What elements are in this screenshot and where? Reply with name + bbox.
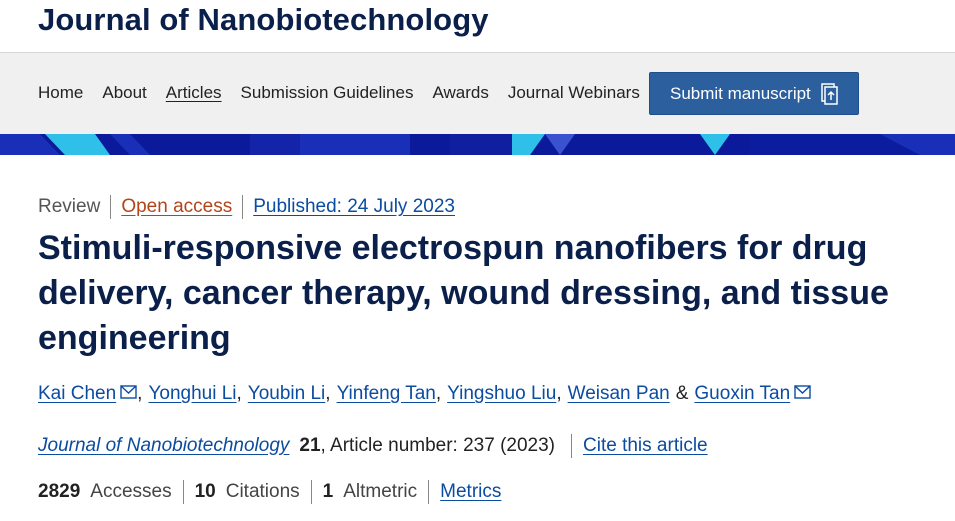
metrics-link[interactable]: Metrics [440, 481, 501, 503]
mail-icon[interactable] [120, 383, 137, 399]
citations-label: Citations [225, 481, 300, 502]
nav-journal-webinars[interactable]: Journal Webinars [508, 83, 640, 103]
author-separator: , [236, 383, 242, 404]
open-access-link[interactable]: Open access [121, 196, 232, 218]
accesses-count: 2829 [38, 481, 81, 502]
article-meta: Review Open access Published: 24 July 20… [38, 195, 455, 219]
article-type: Review [38, 196, 101, 217]
author-link[interactable]: Yonghui Li [148, 383, 236, 405]
brand-header: Journal of Nanobiotechnology [0, 0, 955, 52]
accesses-label: Accesses [90, 481, 172, 502]
upload-document-icon [819, 82, 839, 105]
mail-icon[interactable] [794, 383, 811, 399]
author-separator: , [325, 383, 331, 404]
author-link[interactable]: Youbin Li [248, 383, 325, 405]
author-separator: , [137, 383, 143, 404]
author-separator: , [435, 383, 442, 404]
submit-manuscript-label: Submit manuscript [670, 83, 811, 103]
decorative-banner [0, 134, 955, 155]
citation-info: Journal of Nanobiotechnology 21 , Articl… [38, 434, 708, 458]
article-title: Stimuli-responsive electrospun nanofiber… [38, 229, 889, 357]
author-separator: & [675, 383, 689, 404]
nav-about[interactable]: About [102, 83, 146, 103]
nav-awards[interactable]: Awards [432, 83, 488, 103]
meta-divider [110, 195, 112, 219]
cite-this-article-link[interactable]: Cite this article [583, 435, 708, 457]
author-link[interactable]: Guoxin Tan [694, 383, 790, 405]
author-link[interactable]: Kai Chen [38, 383, 116, 405]
article-metrics: 2829 Accesses 10 Citations 1 Altmetric M… [38, 480, 501, 504]
author-separator: , [556, 383, 562, 404]
submit-manuscript-button[interactable]: Submit manuscript [649, 72, 859, 115]
nav-submission-guidelines[interactable]: Submission Guidelines [241, 83, 414, 103]
journal-logo-title[interactable]: Journal of Nanobiotechnology [38, 2, 489, 38]
nav-articles[interactable]: Articles [166, 83, 222, 103]
volume-number: 21 [299, 435, 321, 456]
nav-home[interactable]: Home [38, 83, 83, 103]
metrics-divider [310, 480, 312, 504]
nav-items: Home About Articles Submission Guideline… [38, 83, 659, 103]
author-link[interactable]: Weisan Pan [568, 383, 670, 405]
author-list: Kai Chen , Yonghui Li , Youbin Li , Yinf… [38, 383, 811, 405]
altmetric-label: Altmetric [343, 481, 418, 502]
altmetric-count: 1 [322, 481, 334, 502]
author-link[interactable]: Yinfeng Tan [337, 383, 436, 405]
metrics-divider [428, 480, 430, 504]
main-navigation: Home About Articles Submission Guideline… [0, 52, 955, 134]
journal-link[interactable]: Journal of Nanobiotechnology [38, 435, 289, 457]
metrics-divider [182, 480, 184, 504]
meta-divider [242, 195, 244, 219]
published-date-link[interactable]: Published: 24 July 2023 [253, 196, 455, 218]
article-number: , Article number: 237 (2023) [320, 435, 556, 456]
citation-divider [571, 434, 573, 458]
author-link[interactable]: Yingshuo Liu [447, 383, 556, 405]
citations-count: 10 [194, 481, 216, 502]
